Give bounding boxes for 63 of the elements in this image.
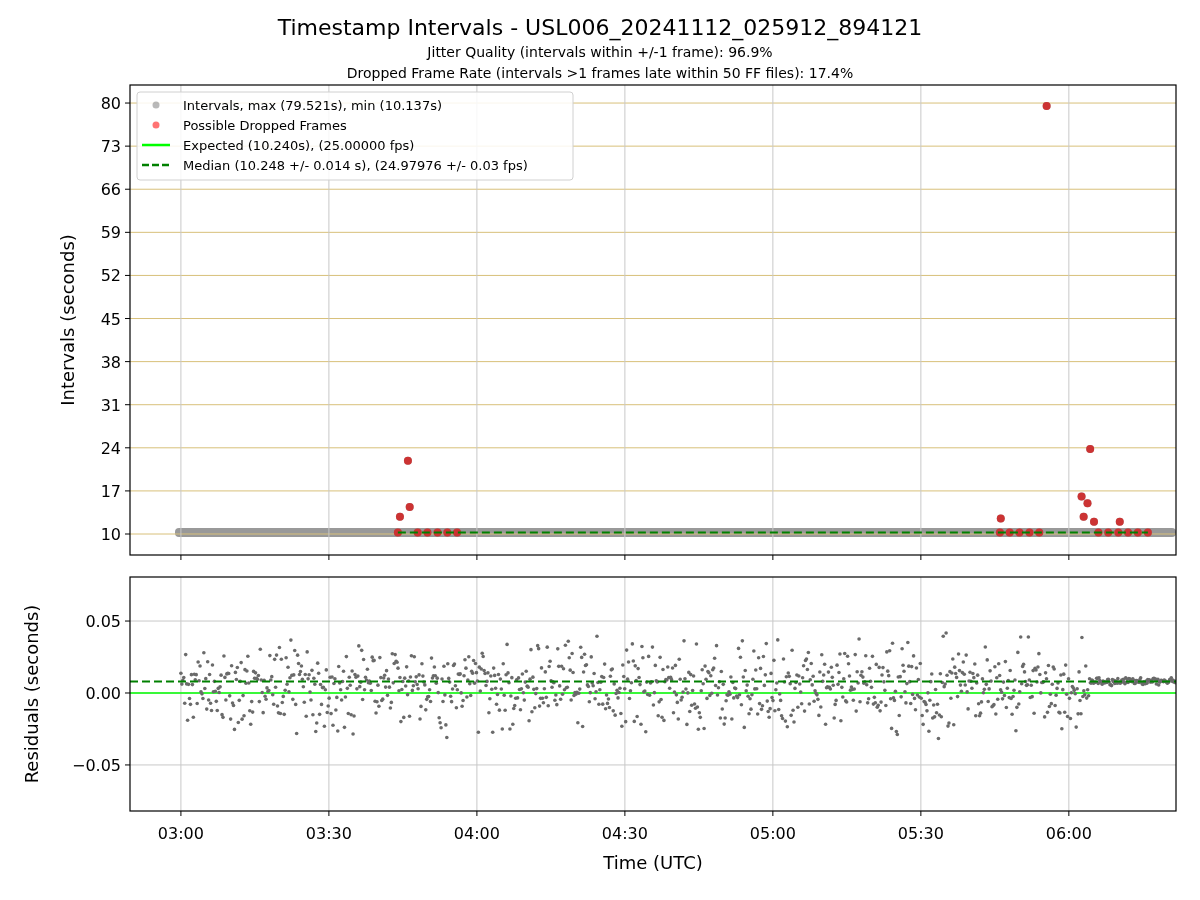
tick-mark — [124, 764, 131, 766]
tick-mark — [124, 490, 131, 492]
axis-tick-label: 10 — [100, 525, 121, 544]
axis-tick-label: 24 — [100, 438, 121, 458]
tick-mark — [920, 810, 922, 817]
tick-mark — [772, 554, 774, 561]
legend-label: Possible Dropped Frames — [183, 117, 347, 133]
axis-tick-label: 17 — [100, 481, 121, 501]
axis-tick-label: 80 — [100, 94, 121, 114]
tick-mark — [124, 533, 131, 535]
figure-subtitle: Jitter Quality (intervals within +/-1 frame): 96.9% — [427, 43, 773, 62]
dashed-line-marker-icon — [142, 163, 170, 167]
tick-mark — [180, 554, 182, 561]
figure-subtitle: Dropped Frame Rate (intervals >1 frames late within 50 FF files): 17.4% — [346, 64, 854, 83]
tick-mark — [124, 188, 131, 190]
tick-mark — [124, 361, 131, 363]
tick-mark — [124, 620, 131, 622]
tick-mark — [476, 810, 478, 817]
figure-title: Timestamp Intervals - USL006_20241112_025912_894121 — [277, 14, 923, 42]
tick-mark — [124, 231, 131, 233]
axis-tick-label: 04:00 — [453, 824, 500, 843]
tick-mark — [180, 810, 182, 817]
dot-marker-icon — [152, 101, 160, 109]
axis-tick-label: 05:30 — [897, 824, 944, 843]
axis-tick-label: 45 — [100, 309, 121, 329]
tick-mark — [124, 447, 131, 449]
tick-mark — [624, 810, 626, 817]
axis-tick-label: 0.00 — [85, 684, 121, 703]
tick-mark — [624, 554, 626, 561]
axis-tick-label: 06:00 — [1045, 824, 1092, 843]
tick-mark — [476, 554, 478, 561]
tick-mark — [328, 554, 330, 561]
axis-tick-label: 0.05 — [85, 612, 121, 632]
axis-tick-label: 05:00 — [749, 824, 796, 843]
axis-tick-label: 31 — [100, 395, 121, 415]
tick-mark — [772, 810, 774, 817]
axis-tick-label: 03:30 — [305, 824, 352, 843]
legend-label: Intervals, max (79.521s), min (10.137s) — [183, 97, 442, 113]
tick-mark — [328, 810, 330, 817]
axis-title: Intervals (seconds) — [57, 234, 78, 406]
tick-mark — [124, 145, 131, 147]
axis-tick-label: −0.05 — [71, 755, 121, 775]
tick-mark — [124, 692, 131, 694]
legend-label: Median (10.248 +/- 0.014 s), (24.97976 +/- 0.03 fps) — [183, 157, 528, 173]
axis-tick-label: 04:30 — [601, 824, 648, 843]
tick-mark — [124, 404, 131, 406]
dot-marker-icon — [152, 121, 160, 129]
tick-mark — [1068, 810, 1070, 817]
tick-mark — [920, 554, 922, 561]
axis-title: Time (UTC) — [603, 852, 703, 873]
axis-tick-label: 73 — [100, 137, 121, 157]
axis-tick-label: 03:00 — [157, 824, 204, 843]
line-marker-icon — [142, 143, 170, 147]
axis-title: Residuals (seconds) — [21, 604, 42, 784]
tick-mark — [124, 102, 131, 104]
axis-tick-label: 59 — [100, 223, 121, 243]
tick-mark — [124, 318, 131, 319]
legend-label: Expected (10.240s), (25.00000 fps) — [183, 137, 415, 153]
tick-mark — [124, 274, 131, 276]
axis-tick-label: 52 — [100, 266, 121, 286]
axis-tick-label: 66 — [100, 180, 121, 200]
tick-mark — [1068, 554, 1070, 561]
axis-tick-label: 38 — [100, 352, 121, 372]
